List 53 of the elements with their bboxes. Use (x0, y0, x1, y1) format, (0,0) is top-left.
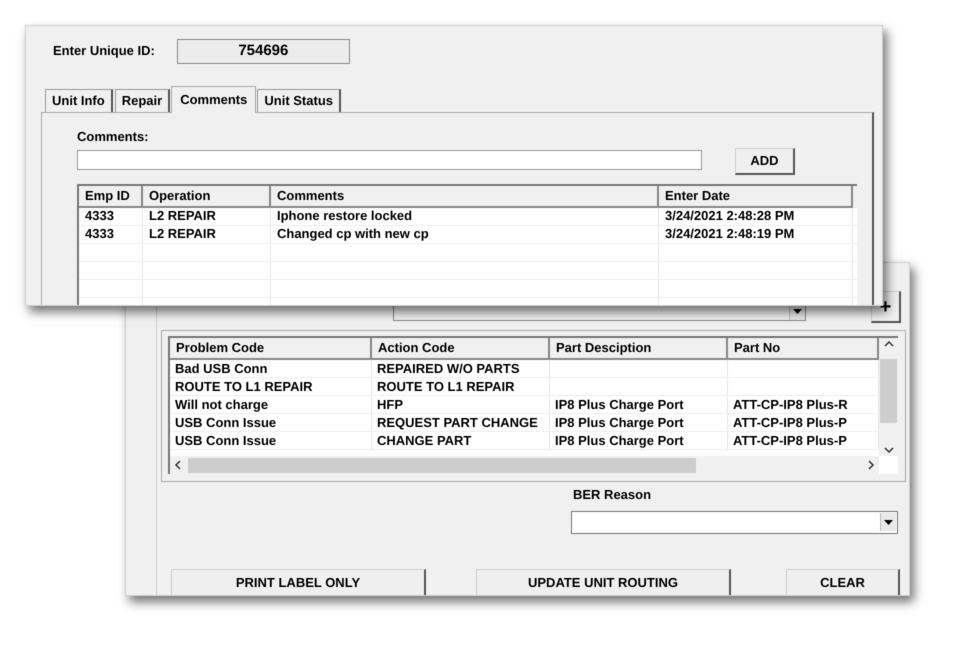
column-header[interactable]: Emp ID (79, 186, 143, 208)
table-cell-text: 4333 (85, 207, 114, 226)
column-header[interactable]: Operation (143, 186, 271, 208)
table-cell-text: HFP (377, 396, 403, 414)
action-button[interactable]: UPDATE UNIT ROUTING (476, 568, 731, 595)
unique-id-label: Enter Unique ID: (53, 42, 155, 60)
scroll-right-icon[interactable] (867, 460, 875, 470)
table-cell-text: USB Conn Issue (175, 432, 276, 450)
scrollbar-thumb[interactable] (880, 359, 897, 423)
table-cell-text: IP8 Plus Charge Port (555, 396, 684, 414)
table-cell-text: 4333 (85, 225, 114, 244)
table-cell-text: IP8 Plus Charge Port (555, 432, 684, 450)
scroll-left-icon[interactable] (174, 460, 182, 470)
vertical-scrollbar[interactable] (879, 338, 898, 456)
table-cell-text: Bad USB Conn (175, 360, 268, 378)
unique-id-field[interactable]: 754696 (176, 39, 350, 64)
ber-reason-dropdown[interactable] (571, 510, 898, 534)
add-button[interactable]: ADD (735, 148, 795, 174)
action-button[interactable]: CLEAR (786, 568, 900, 595)
action-button[interactable]: PRINT LABEL ONLY (171, 568, 426, 595)
table-cell-text: ATT-CP-IP8 Plus-R (733, 396, 848, 414)
column-header[interactable]: Comments (271, 186, 659, 208)
column-header[interactable]: Problem Code (170, 338, 372, 360)
table-cell-text: ATT-CP-IP8 Plus-P (733, 432, 847, 450)
tab[interactable]: Unit Status (257, 89, 341, 112)
column-header[interactable]: Action Code (372, 338, 550, 360)
column-header[interactable]: Enter Date (659, 186, 853, 208)
table-cell-text: REQUEST PART CHANGE (377, 414, 538, 432)
table-cell-text: IP8 Plus Charge Port (555, 414, 684, 432)
table-cell-text: REPAIRED W/O PARTS (377, 360, 520, 378)
table-cell-text: USB Conn Issue (175, 414, 276, 432)
comments-field[interactable] (77, 150, 702, 170)
tab[interactable]: Comments (171, 86, 256, 113)
table-cell-text: Will not charge (175, 396, 268, 414)
tab[interactable]: Repair (114, 89, 170, 112)
table-cell-text: L2 REPAIR (149, 207, 216, 226)
table-cell-text: ROUTE TO L1 REPAIR (377, 378, 514, 396)
table-cell-text: 3/24/2021 2:48:28 PM (665, 207, 794, 226)
table-cell-text: Iphone restore locked (277, 207, 412, 226)
table-cell-text: CHANGE PART (377, 432, 472, 450)
scrollbar-thumb[interactable] (188, 458, 696, 472)
scroll-down-icon[interactable] (884, 446, 894, 454)
table-cell-text: Changed cp with new cp (277, 225, 429, 244)
comments-label: Comments: (77, 128, 150, 146)
table-cell-text: L2 REPAIR (149, 225, 216, 244)
scroll-up-icon[interactable] (884, 340, 894, 348)
table-cell-text: 3/24/2021 2:48:19 PM (665, 225, 794, 244)
column-header[interactable]: Part Desciption (550, 338, 728, 360)
tab[interactable]: Unit Info (45, 89, 113, 112)
table-cell-text: ROUTE TO L1 REPAIR (175, 378, 312, 396)
ber-reason-label: BER Reason (573, 486, 652, 504)
table-cell-text: ATT-CP-IP8 Plus-P (733, 414, 847, 432)
horizontal-scrollbar[interactable] (170, 456, 879, 474)
